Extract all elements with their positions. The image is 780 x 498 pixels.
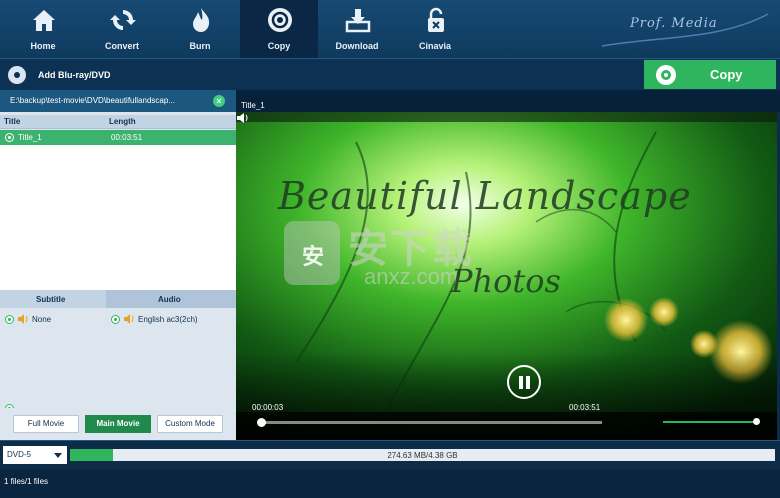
burn-icon — [193, 8, 210, 32]
cinavia-icon — [428, 7, 444, 32]
subtitle-header: Subtitle — [36, 295, 66, 304]
speaker-icon — [124, 314, 134, 324]
total-time: 00:03:51 — [569, 403, 601, 412]
title-list-empty-area — [0, 145, 236, 290]
nav-convert[interactable]: Convert — [83, 0, 161, 58]
status-bar: 1 files/1 files — [0, 470, 780, 498]
table-row[interactable]: Title_1 00:03:51 — [0, 130, 236, 145]
player-header: Title_1 — [236, 90, 780, 112]
title-radio[interactable] — [5, 133, 14, 142]
copy-icon — [268, 8, 292, 32]
nav-home-label: Home — [30, 41, 56, 51]
chevron-down-icon — [54, 453, 62, 458]
nav-convert-label: Convert — [104, 41, 139, 51]
nav-burn-label: Burn — [189, 41, 211, 51]
output-bar: DVD-5 274.63 MB/4.38 GB — [0, 440, 780, 470]
convert-icon — [110, 10, 136, 30]
volume-handle[interactable] — [753, 418, 760, 425]
watermark-subtext: anxz.com — [364, 264, 459, 289]
audio-value: English ac3(2ch) — [138, 315, 198, 324]
main-movie-button[interactable]: Main Movie — [85, 415, 151, 433]
seek-bar[interactable] — [257, 418, 602, 427]
current-time: 00:00:03 — [252, 403, 284, 412]
player-title: Title_1 — [241, 101, 265, 110]
pause-button[interactable] — [507, 365, 541, 399]
capacity-bar: 274.63 MB/4.38 GB — [70, 449, 775, 461]
home-icon — [33, 10, 55, 31]
copy-button[interactable]: Copy — [644, 60, 776, 89]
source-panel: E:\backup\test-movie\DVD\beautifullandsc… — [0, 90, 236, 440]
title-table-header: Title Length — [0, 115, 236, 129]
disc-icon — [656, 64, 676, 85]
subtitle-value: None — [32, 315, 52, 324]
audio-radio[interactable] — [111, 315, 120, 324]
column-title: Title — [4, 117, 21, 126]
source-path-bar: E:\backup\test-movie\DVD\beautifullandsc… — [0, 90, 236, 112]
video-subtitle-text: Photos — [451, 262, 561, 300]
add-bluray-dvd-button[interactable]: Add Blu-ray/DVD — [8, 65, 111, 85]
audio-header: Audio — [158, 295, 181, 304]
nav-download[interactable]: Download — [318, 0, 396, 58]
column-length: Length — [109, 117, 136, 126]
status-text: 1 files/1 files — [4, 477, 49, 486]
disc-add-icon — [8, 66, 26, 84]
capacity-text: 274.63 MB/4.38 GB — [387, 451, 458, 460]
brand-logo: Prof. Media — [600, 6, 770, 50]
top-navigation-bar: Home Convert Burn Copy Download Cinavia … — [0, 0, 780, 58]
volume-icon[interactable] — [236, 112, 250, 124]
speaker-icon — [18, 314, 28, 324]
nav-cinavia[interactable]: Cinavia — [396, 0, 474, 58]
disc-type-select[interactable]: DVD-5 — [3, 446, 67, 464]
watermark-logo: 安 — [284, 221, 340, 285]
video-title-text: Beautiful Landscape — [278, 174, 692, 218]
title-length: 00:03:51 — [111, 133, 143, 142]
disc-type-value: DVD-5 — [7, 450, 32, 459]
nav-cinavia-label: Cinavia — [418, 41, 451, 51]
source-path: E:\backup\test-movie\DVD\beautifullandsc… — [10, 96, 175, 105]
full-movie-button[interactable]: Full Movie — [13, 415, 79, 433]
video-preview[interactable]: 安 安下载 anxz.com Beautiful Landscape Photo… — [236, 112, 777, 440]
title-name: Title_1 — [18, 133, 42, 142]
copy-button-label: Copy — [710, 67, 743, 82]
close-source-icon[interactable]: × — [213, 95, 225, 107]
nav-copy[interactable]: Copy — [240, 0, 318, 58]
add-bluray-dvd-label: Add Blu-ray/DVD — [38, 70, 111, 80]
custom-mode-button[interactable]: Custom Mode — [157, 415, 223, 433]
nav-burn[interactable]: Burn — [161, 0, 239, 58]
track-header: Subtitle Audio — [0, 290, 236, 308]
nav-download-label: Download — [335, 41, 379, 51]
brand-text: Prof. Media — [630, 16, 718, 31]
nav-home[interactable]: Home — [4, 0, 82, 58]
seek-handle[interactable] — [257, 418, 266, 427]
subtitle-radio-selected[interactable] — [5, 315, 14, 324]
volume-slider[interactable] — [663, 418, 760, 425]
nav-copy-label: Copy — [267, 41, 291, 51]
copy-mode-bar: Full Movie Main Movie Custom Mode — [0, 408, 236, 440]
download-icon — [345, 9, 371, 33]
